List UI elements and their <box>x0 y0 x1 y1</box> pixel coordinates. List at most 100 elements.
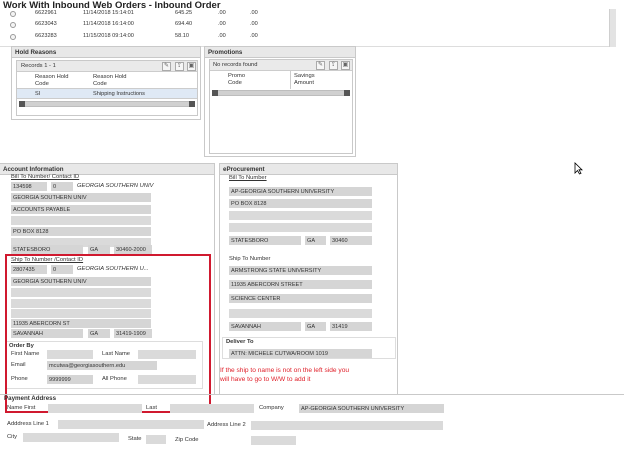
order-row-radio[interactable] <box>10 22 16 28</box>
annotation-note-line2: will have to go to W/W to add it <box>220 376 311 383</box>
column-header[interactable]: Promo Code <box>228 73 258 86</box>
deliver-to-label: Deliver To <box>226 339 254 345</box>
last-label: Last <box>146 405 157 411</box>
bill-to-line3-field[interactable] <box>11 216 151 225</box>
edit-icon[interactable]: ✎ <box>162 62 171 71</box>
bill-to-state-field[interactable]: GA <box>88 245 110 254</box>
bill-to-number-field[interactable]: 134598 <box>11 182 47 191</box>
eprocurement-title: eProcurement <box>220 164 397 175</box>
order-row-date: 11/14/2018 16:14:00 <box>83 21 134 27</box>
zip-code-label: Zip Code <box>175 437 199 443</box>
order-row-amount: 645.25 <box>175 10 193 16</box>
eproc-bill-to-line4-field[interactable] <box>229 223 372 232</box>
city-field[interactable] <box>23 433 119 442</box>
hold-reasons-toolbar: Records 1 - 1 ✎ ⇪ ▣ <box>17 61 197 72</box>
mouse-cursor-icon <box>574 162 583 175</box>
eprocurement-panel: eProcurement <box>219 163 398 395</box>
eproc-bill-to-city-field[interactable]: STATESBORO <box>229 236 301 245</box>
order-row-date: 11/15/2018 09:14:00 <box>83 33 134 39</box>
city-label: City <box>7 434 17 440</box>
order-row-radio[interactable] <box>10 11 16 17</box>
eproc-bill-to-line2-field[interactable]: PO BOX 8128 <box>229 199 372 208</box>
order-row-c1: .00 <box>218 33 226 39</box>
name-first-label: Name First <box>7 405 36 411</box>
promotions-toolbar: No records found ✎ ⇪ ▣ <box>210 60 352 71</box>
eproc-ship-to-zip-field[interactable]: 31419 <box>330 322 372 331</box>
eproc-ship-to-state-field[interactable]: GA <box>305 322 326 331</box>
column-header[interactable]: Reason Hold Code <box>93 74 133 87</box>
orders-grid: 6622961 11/14/2018 15:14:01 645.25 .00 .… <box>0 9 616 47</box>
records-count: Records 1 - 1 <box>21 63 56 69</box>
eproc-bill-to-state-field[interactable]: GA <box>305 236 326 245</box>
deliver-to-field[interactable]: ATTN: MICHELE CUTWA/ROOM 1019 <box>229 349 372 358</box>
promotions-title: Promotions <box>205 47 355 58</box>
name-first-field[interactable] <box>48 404 142 413</box>
bill-to-line4-field[interactable]: PO BOX 8128 <box>11 227 151 236</box>
scroll-left-icon[interactable] <box>19 101 25 107</box>
export-icon[interactable]: ⇪ <box>329 61 338 70</box>
last-name-payment-field[interactable] <box>170 404 254 413</box>
column-header[interactable]: Savings Amount <box>294 73 330 86</box>
bill-to-name: GEORGIA SOUTHERN UNIV <box>77 183 154 189</box>
scroll-right-icon[interactable] <box>189 101 195 107</box>
order-row-c1: .00 <box>218 21 226 27</box>
hold-reasons-grid: Records 1 - 1 ✎ ⇪ ▣ Reason Hold Code Rea… <box>16 60 198 116</box>
order-row-date: 11/14/2018 15:14:01 <box>83 10 134 16</box>
order-row-id: 6623283 <box>35 33 57 39</box>
eproc-bill-to-line3-field[interactable] <box>229 211 372 220</box>
scroll-left-icon[interactable] <box>212 90 218 96</box>
eproc-ship-to-label: Ship To Number <box>229 256 271 262</box>
column-header[interactable]: Reason Hold Code <box>35 74 75 87</box>
hold-description: Shipping Instructions <box>93 91 145 97</box>
address-line1-field[interactable] <box>58 420 204 429</box>
bill-to-line2-field[interactable]: ACCOUNTS PAYABLE <box>11 205 151 214</box>
order-row-amount: 58.10 <box>175 33 189 39</box>
bill-to-zip-field[interactable]: 30460-2000 <box>114 245 152 254</box>
company-label: Company <box>259 405 284 411</box>
bill-to-line1-field[interactable]: GEORGIA SOUTHERN UNIV <box>11 193 151 202</box>
zip-code-field[interactable] <box>251 436 296 445</box>
eproc-bill-to-zip-field[interactable]: 30460 <box>330 236 372 245</box>
order-row-c2: .00 <box>250 10 258 16</box>
address-line2-field[interactable] <box>251 421 443 430</box>
eproc-bill-to-line1-field[interactable]: AP-GEORGIA SOUTHERN UNIVERSITY <box>229 187 372 196</box>
horizontal-scrollbar[interactable] <box>212 90 350 96</box>
promotions-panel: Promotions No records found ✎ ⇪ ▣ Promo … <box>204 46 356 157</box>
bill-to-contact-field[interactable]: 0 <box>51 182 73 191</box>
promotions-grid: No records found ✎ ⇪ ▣ Promo Code Saving… <box>209 59 353 154</box>
scroll-right-icon[interactable] <box>344 90 350 96</box>
address-line2-label: Address Line 2 <box>207 422 246 428</box>
no-records-text: No records found <box>213 62 258 68</box>
maximize-icon[interactable]: ▣ <box>187 62 196 71</box>
order-row-c2: .00 <box>250 21 258 27</box>
orders-scrollbar[interactable] <box>609 9 616 47</box>
annotation-note-line1: If the ship to name is not on the left s… <box>220 367 350 374</box>
order-row-id: 6622961 <box>35 10 57 16</box>
company-field[interactable]: AP-GEORGIA SOUTHERN UNIVERSITY <box>299 404 444 413</box>
state-label: State <box>128 436 142 442</box>
order-row-c1: .00 <box>218 10 226 16</box>
edit-icon[interactable]: ✎ <box>316 61 325 70</box>
order-row-id: 6623043 <box>35 21 57 27</box>
annotation-highlight-box <box>5 254 211 413</box>
payment-address-title: Payment Address <box>4 395 57 402</box>
table-row[interactable]: SI Shipping Instructions <box>17 88 197 99</box>
eproc-ship-to-city-field[interactable]: SAVANNAH <box>229 322 301 331</box>
export-icon[interactable]: ⇪ <box>175 62 184 71</box>
bill-to-city-field[interactable]: STATESBORO <box>11 245 83 254</box>
eproc-ship-to-line2-field[interactable]: 11935 ABERCORN STREET <box>229 280 372 289</box>
order-row-c2: .00 <box>250 33 258 39</box>
eproc-ship-to-line1-field[interactable]: ARMSTRONG STATE UNIVERSITY <box>229 266 372 275</box>
hold-code: SI <box>35 91 41 97</box>
bill-to-label: Bill To Number/ Contact ID <box>11 174 80 180</box>
hold-reasons-panel: Hold Reasons Records 1 - 1 ✎ ⇪ ▣ Reason … <box>11 46 201 120</box>
eproc-ship-to-line3-field[interactable]: SCIENCE CENTER <box>229 294 372 303</box>
maximize-icon[interactable]: ▣ <box>341 61 350 70</box>
state-field[interactable] <box>146 435 166 444</box>
eproc-ship-to-line4-field[interactable] <box>229 309 372 318</box>
hold-reasons-title: Hold Reasons <box>12 47 200 58</box>
eproc-bill-to-label: Bill To Number <box>229 175 267 181</box>
order-row-radio[interactable] <box>10 34 16 40</box>
address-line1-label: Adddress Line 1 <box>7 421 49 427</box>
horizontal-scrollbar[interactable] <box>19 101 195 107</box>
